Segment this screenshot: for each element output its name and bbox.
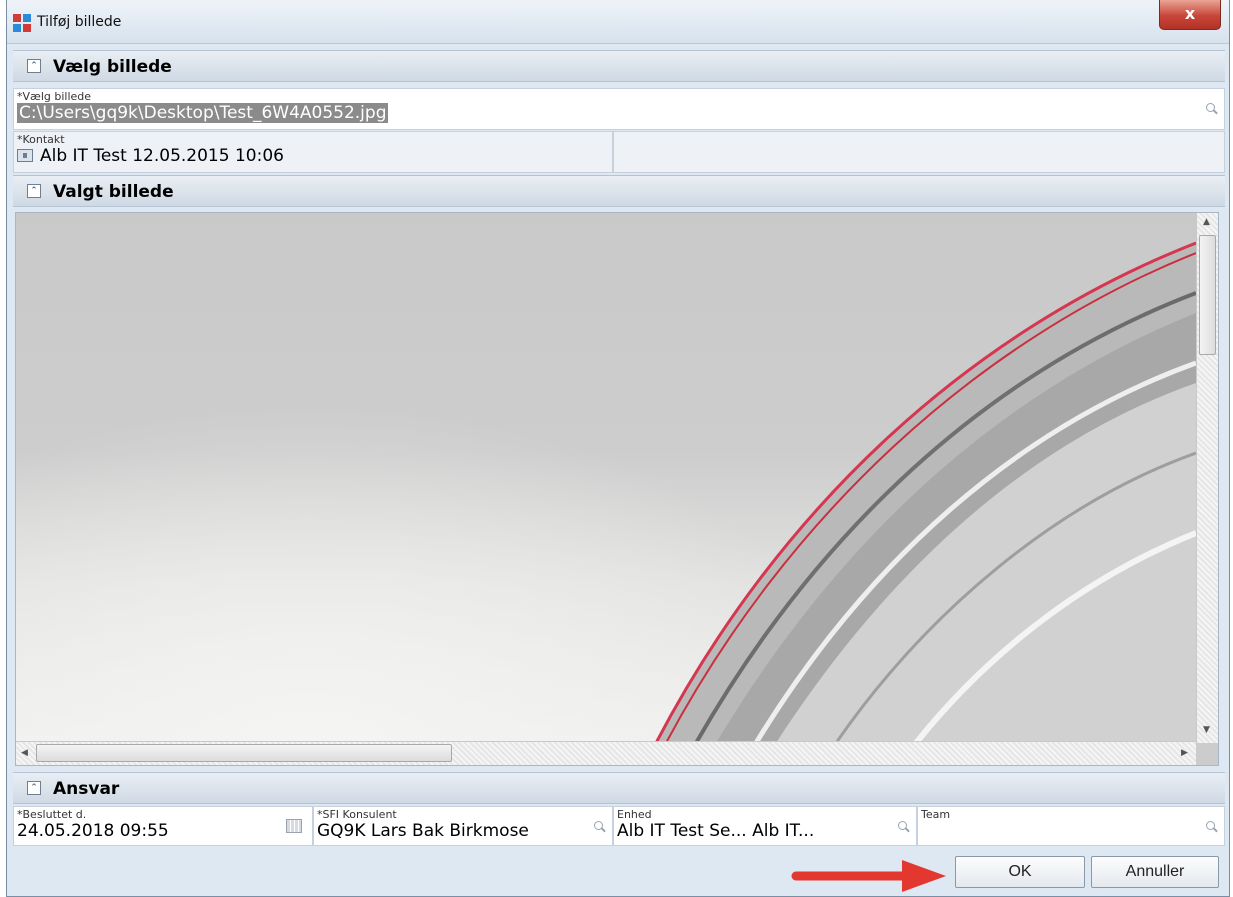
cancel-button[interactable]: Annuller (1091, 856, 1219, 888)
chevron-up-icon[interactable]: ⌃ (27, 781, 41, 795)
horizontal-scrollbar[interactable]: ◀ ▶ (16, 741, 1196, 765)
image-viewer: ▲ ▼ ◀ ▶ (15, 212, 1219, 766)
vertical-scroll-thumb[interactable] (1199, 235, 1216, 355)
decided-date-field[interactable]: *Besluttet d. 24.05.2018 09:55 (13, 806, 313, 846)
contact-card-icon (17, 149, 33, 162)
annotation-arrow-icon (791, 860, 946, 892)
consultant-value[interactable]: GQ9K Lars Bak Birkmose (317, 821, 529, 841)
empty-field-area (613, 131, 1225, 173)
search-icon[interactable] (594, 821, 606, 833)
unit-field[interactable]: Enhed Alb IT Test Se... Alb IT... (613, 806, 917, 846)
field-label: *Vælg billede (17, 90, 92, 103)
consultant-field[interactable]: *SFI Konsulent GQ9K Lars Bak Birkmose (313, 806, 613, 846)
field-label: *Kontakt (17, 133, 65, 146)
search-icon[interactable] (898, 821, 910, 833)
decided-date-value[interactable]: 24.05.2018 09:55 (17, 821, 169, 841)
calendar-icon[interactable] (286, 819, 302, 833)
image-path-value[interactable]: C:\Users\gq9k\Desktop\Test_6W4A0552.jpg (17, 103, 389, 123)
section-title: Valgt billede (53, 182, 174, 202)
scroll-left-icon[interactable]: ◀ (21, 748, 28, 758)
vertical-scrollbar[interactable]: ▲ ▼ (1196, 213, 1218, 743)
section-header-responsibility[interactable]: ⌃ Ansvar (13, 772, 1225, 804)
scroll-down-icon[interactable]: ▼ (1203, 725, 1210, 735)
field-label: Enhed (617, 808, 652, 821)
search-icon[interactable] (1206, 103, 1218, 115)
team-field[interactable]: Team (917, 806, 1225, 846)
scroll-up-icon[interactable]: ▲ (1203, 217, 1210, 227)
search-icon[interactable] (1206, 821, 1218, 833)
ok-button[interactable]: OK (955, 856, 1085, 888)
section-title: Ansvar (53, 779, 120, 799)
close-button[interactable]: x (1159, 0, 1221, 30)
unit-value[interactable]: Alb IT Test Se... Alb IT... (617, 821, 814, 841)
section-header-selected-image[interactable]: ⌃ Valgt billede (13, 175, 1225, 207)
window-title: Tilføj billede (37, 14, 122, 30)
section-title: Vælg billede (53, 57, 172, 77)
section-header-choose-image[interactable]: ⌃ Vælg billede (13, 50, 1225, 82)
chevron-up-icon[interactable]: ⌃ (27, 184, 41, 198)
field-label: Team (921, 808, 951, 821)
image-path-field[interactable]: *Vælg billede C:\Users\gq9k\Desktop\Test… (13, 88, 1225, 130)
chevron-up-icon[interactable]: ⌃ (27, 59, 41, 73)
field-label: *Besluttet d. (17, 808, 87, 821)
dialog-window: Tilføj billede x ⌃ Vælg billede *Vælg bi… (6, 0, 1230, 897)
horizontal-scroll-thumb[interactable] (36, 744, 452, 762)
contact-value: Alb IT Test 12.05.2015 10:06 (40, 146, 284, 166)
app-logo-icon (13, 14, 31, 32)
field-label: *SFI Konsulent (317, 808, 397, 821)
contact-field[interactable]: *Kontakt Alb IT Test 12.05.2015 10:06 (13, 131, 613, 173)
title-bar: Tilføj billede x (7, 0, 1229, 44)
selected-photo (16, 213, 1196, 743)
scroll-right-icon[interactable]: ▶ (1181, 748, 1188, 758)
